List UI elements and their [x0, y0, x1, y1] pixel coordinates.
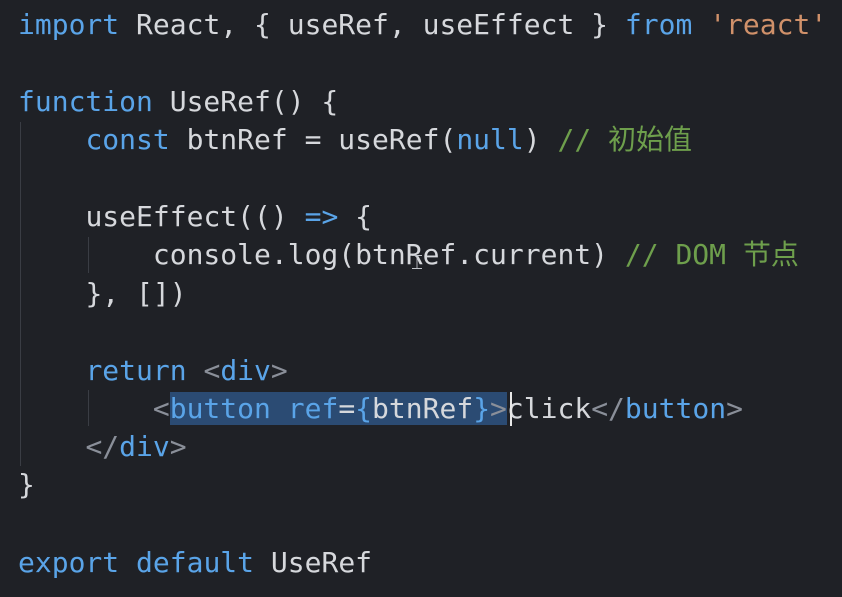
tag-name-button: button	[169, 392, 271, 425]
closing-tag-name-button: button	[624, 392, 727, 425]
keyword-null: null	[456, 123, 524, 156]
tag-name-div: div	[220, 354, 271, 387]
brace-close: }	[473, 392, 491, 425]
tag-open-bracket: <	[203, 354, 221, 387]
open-brace: {	[338, 200, 373, 233]
keyword-from: from	[624, 8, 693, 41]
attr-ref: ref	[287, 392, 339, 425]
button-text: click	[506, 392, 592, 425]
keyword-const: const	[85, 123, 170, 156]
text-caret	[510, 392, 512, 426]
closing-tag-bracket: >	[169, 430, 187, 463]
arrow-operator: =>	[304, 200, 339, 233]
import-specifiers: React, { useRef, useEffect }	[119, 8, 625, 41]
ref-value: btnRef	[372, 392, 474, 425]
code-line-useeffect-close[interactable]: }, [])	[18, 275, 187, 313]
keyword-return: return	[85, 354, 187, 387]
const-assignment: btnRef = useRef(	[169, 123, 457, 156]
text-selection[interactable]: button ref={btnRef}>	[169, 392, 507, 425]
function-signature: UseRef() {	[152, 85, 339, 118]
tag-close-bracket: >	[490, 392, 507, 425]
code-line-button[interactable]: <button ref={btnRef}>click</button>	[18, 390, 743, 428]
comment-dom-node: // DOM 节点	[624, 238, 799, 271]
keyword-function: function	[18, 85, 153, 118]
code-line-const[interactable]: const btnRef = useRef(null) // 初始值	[18, 121, 692, 159]
closing-tag-bracket: >	[726, 392, 743, 425]
close-paren: )	[523, 123, 558, 156]
console-log-call: console.log(btnRef.current)	[152, 238, 625, 271]
code-line-return[interactable]: return <div>	[18, 352, 288, 390]
closing-tag-open: </	[591, 392, 625, 425]
tag-open-bracket: <	[152, 392, 170, 425]
code-line-useeffect[interactable]: useEffect(() => {	[18, 198, 372, 236]
closing-tag-name-div: div	[119, 430, 170, 463]
function-close-brace: }	[18, 468, 35, 501]
code-line-console-log[interactable]: console.log(btnRef.current) // DOM 节点	[18, 236, 799, 274]
code-editor[interactable]: import React, { useRef, useEffect } from…	[0, 0, 842, 597]
code-line-function-close[interactable]: }	[18, 466, 35, 504]
module-string: 'react'	[709, 8, 828, 41]
text-ibeam-cursor-icon: ⌶	[411, 250, 423, 274]
brace-open: {	[355, 392, 373, 425]
code-line-export[interactable]: export default UseRef	[18, 544, 372, 582]
keyword-import: import	[18, 8, 120, 41]
tag-close-bracket: >	[270, 354, 288, 387]
code-line-import[interactable]: import React, { useRef, useEffect } from…	[18, 6, 827, 44]
export-identifier: UseRef	[254, 546, 373, 579]
useeffect-close: }, [])	[85, 277, 187, 310]
keyword-default: default	[136, 546, 255, 579]
useeffect-call: useEffect(()	[85, 200, 305, 233]
closing-tag-open: </	[85, 430, 120, 463]
keyword-export: export	[18, 546, 120, 579]
code-line-div-close[interactable]: </div>	[18, 428, 187, 466]
equals: =	[338, 392, 356, 425]
comment-initial-value: // 初始值	[557, 123, 693, 156]
code-line-function[interactable]: function UseRef() {	[18, 83, 338, 121]
